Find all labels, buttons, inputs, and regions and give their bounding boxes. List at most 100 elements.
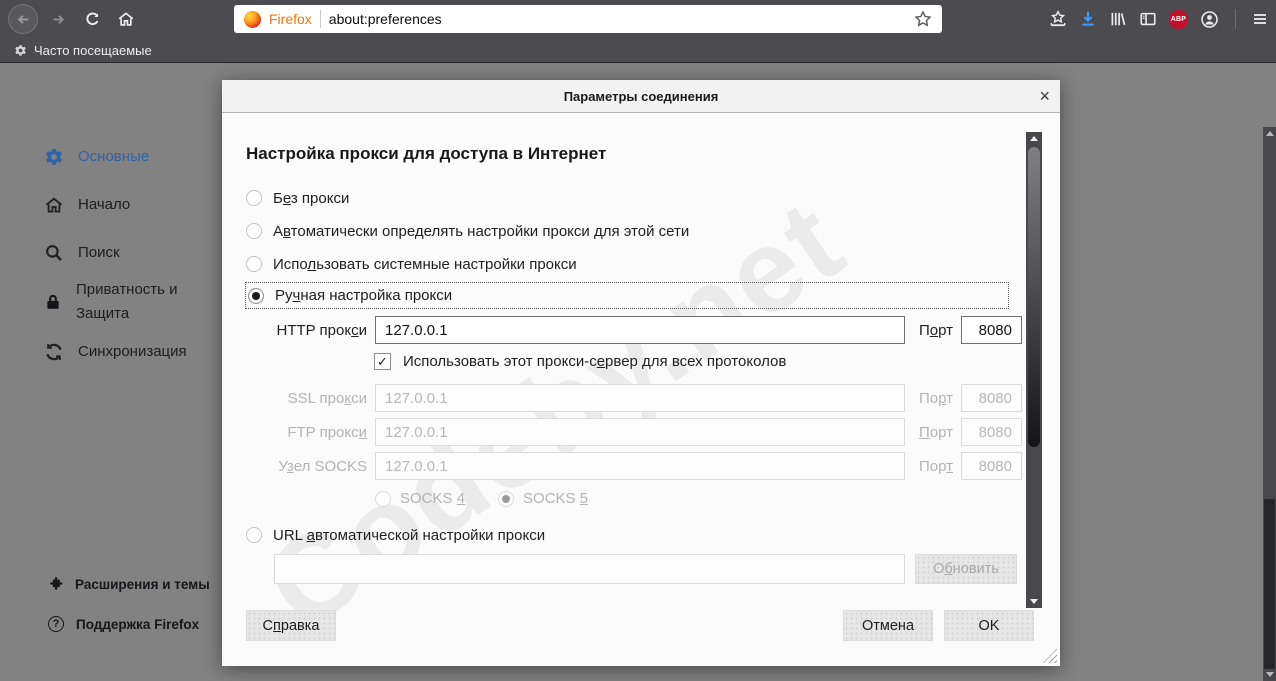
sidebar-item-label: Приватность и Защита — [76, 281, 178, 322]
reload-pac-button: Обновить — [915, 554, 1017, 584]
radio-icon[interactable] — [246, 527, 262, 543]
bookmarks-menu-icon[interactable] — [1049, 10, 1067, 28]
page-scrollbar-thumb[interactable] — [1264, 499, 1275, 669]
socks5-label: SOCKS 5 — [523, 490, 589, 507]
http-proxy-input[interactable] — [375, 316, 905, 344]
menu-button[interactable] — [1252, 11, 1268, 27]
page-scrollbar[interactable] — [1263, 127, 1276, 681]
browser-toolbar: Firefox about:preferences ABP — [0, 0, 1276, 38]
url-bar[interactable]: Firefox about:preferences — [234, 5, 942, 33]
sidebar-item-label: Расширения и темы — [75, 577, 210, 592]
home-icon — [44, 195, 64, 215]
sidebar-item-search[interactable]: Поиск — [44, 241, 120, 265]
dialog-scrollbar[interactable] — [1026, 132, 1042, 608]
sidebar-item-label: Начало — [78, 196, 131, 213]
firefox-logo-icon — [244, 10, 261, 28]
connection-settings-dialog: Параметры соединения × Codeby.net Настро… — [222, 80, 1060, 666]
search-icon — [44, 243, 64, 263]
radio-label: Автоматически определять настройки прокс… — [273, 222, 690, 240]
account-icon[interactable] — [1200, 10, 1219, 29]
ftp-port-input — [961, 418, 1022, 446]
adblock-abp-badge[interactable]: ABP — [1169, 9, 1188, 29]
ssl-proxy-input — [375, 384, 905, 412]
home-icon — [117, 10, 135, 28]
radio-icon[interactable] — [246, 256, 262, 272]
radio-label: URL автоматической настройки прокси — [273, 526, 546, 544]
forward-button[interactable] — [44, 5, 72, 33]
ftp-port-label: Порт — [918, 423, 953, 441]
ftp-proxy-label: FTP прокси — [287, 423, 367, 441]
checkbox-label: Использовать этот прокси-сервер для всех… — [403, 353, 787, 370]
question-icon: ? — [48, 616, 64, 632]
checkbox-checked-icon[interactable]: ✓ — [374, 353, 391, 370]
radio-icon[interactable] — [246, 190, 262, 206]
sidebar-item-label: Поддержка Firefox — [76, 616, 200, 632]
brand-label: Firefox — [269, 11, 312, 27]
dialog-scrollbar-thumb[interactable] — [1028, 147, 1040, 447]
socks-host-label: Узел SOCKS — [278, 457, 367, 475]
use-for-all-protocols-row[interactable]: ✓ Использовать этот прокси-сервер для вс… — [374, 353, 786, 370]
lock-icon — [44, 292, 62, 312]
scroll-down-arrow-icon[interactable] — [1266, 672, 1274, 677]
socks-host-row: Узел SOCKS Порт — [246, 452, 1022, 480]
proxy-section-heading: Настройка прокси для доступа в Интернет — [246, 144, 607, 163]
gear-icon — [14, 44, 27, 57]
downloads-icon[interactable] — [1079, 10, 1097, 28]
radio-label: Ручная настройка прокси — [275, 287, 453, 304]
screen: Firefox about:preferences ABP Часто посе… — [0, 0, 1276, 681]
sidebar-item-home[interactable]: Начало — [44, 193, 130, 217]
url-separator — [319, 10, 321, 28]
help-button[interactable]: Справка — [246, 610, 336, 641]
resize-grip[interactable] — [1042, 648, 1057, 663]
socks-host-input — [375, 452, 905, 480]
scroll-up-arrow-icon[interactable] — [1030, 136, 1038, 141]
sidebar-item-support[interactable]: ? Поддержка Firefox — [48, 616, 199, 632]
radio-pac-url[interactable]: URL автоматической настройки прокси — [246, 523, 545, 547]
ssl-port-label: Порт — [918, 389, 953, 407]
ssl-proxy-row: SSL прокси Порт — [246, 384, 1022, 412]
back-button[interactable] — [8, 4, 38, 34]
http-proxy-row: HTTP прокси Порт — [246, 316, 1022, 344]
puzzle-icon — [48, 577, 63, 592]
radio-auto-detect[interactable]: Автоматически определять настройки прокс… — [246, 219, 689, 243]
http-port-input[interactable] — [961, 316, 1022, 344]
http-proxy-label: HTTP прокси — [276, 321, 368, 339]
ok-button[interactable]: OK — [944, 610, 1034, 641]
back-icon — [15, 11, 32, 28]
sidebar-toggle-icon[interactable] — [1139, 10, 1157, 28]
radio-icon[interactable] — [246, 223, 262, 239]
bookmarks-bar-item[interactable]: Часто посещаемые — [34, 43, 152, 58]
socks-port-input — [961, 452, 1022, 480]
library-icon[interactable] — [1109, 10, 1127, 28]
radio-manual-proxy[interactable]: Ручная настройка прокси — [245, 282, 1009, 309]
pac-url-input — [274, 554, 905, 584]
radio-selected-icon[interactable] — [248, 287, 264, 304]
radio-system-proxy[interactable]: Использовать системные настройки прокси — [246, 252, 577, 276]
ssl-port-input — [961, 384, 1022, 412]
dialog-titlebar: Параметры соединения × — [222, 80, 1060, 113]
socks4-label: SOCKS 4 — [400, 490, 466, 507]
scroll-down-arrow-icon[interactable] — [1030, 599, 1038, 604]
scroll-up-arrow-icon[interactable] — [1266, 131, 1274, 136]
bookmark-star-icon[interactable] — [914, 10, 932, 28]
sidebar-item-extensions[interactable]: Расширения и темы — [48, 577, 210, 592]
radio-label: Использовать системные настройки прокси — [273, 255, 577, 273]
sidebar-item-label: Синхронизация — [78, 343, 187, 360]
http-port-label: Порт — [918, 321, 953, 339]
close-icon[interactable]: × — [1039, 80, 1050, 112]
address-text[interactable]: about:preferences — [329, 11, 906, 27]
home-button[interactable] — [112, 5, 140, 33]
toolbar-right-group: ABP — [1049, 9, 1268, 29]
sidebar-item-privacy[interactable]: Приватность и Защита — [44, 278, 178, 326]
sidebar-item-general[interactable]: Основные — [44, 145, 149, 169]
reload-button[interactable] — [78, 5, 106, 33]
forward-icon — [50, 11, 67, 28]
radio-no-proxy[interactable]: Без прокси — [246, 186, 349, 210]
dialog-title: Параметры соединения — [563, 88, 719, 104]
reload-icon — [84, 11, 101, 28]
sidebar-item-label: Основные — [78, 148, 150, 165]
radio-socks5-icon — [498, 490, 515, 507]
sidebar-item-sync[interactable]: Синхронизация — [44, 340, 187, 364]
toolbar-separator — [1235, 9, 1236, 29]
cancel-button[interactable]: Отмена — [843, 610, 933, 641]
